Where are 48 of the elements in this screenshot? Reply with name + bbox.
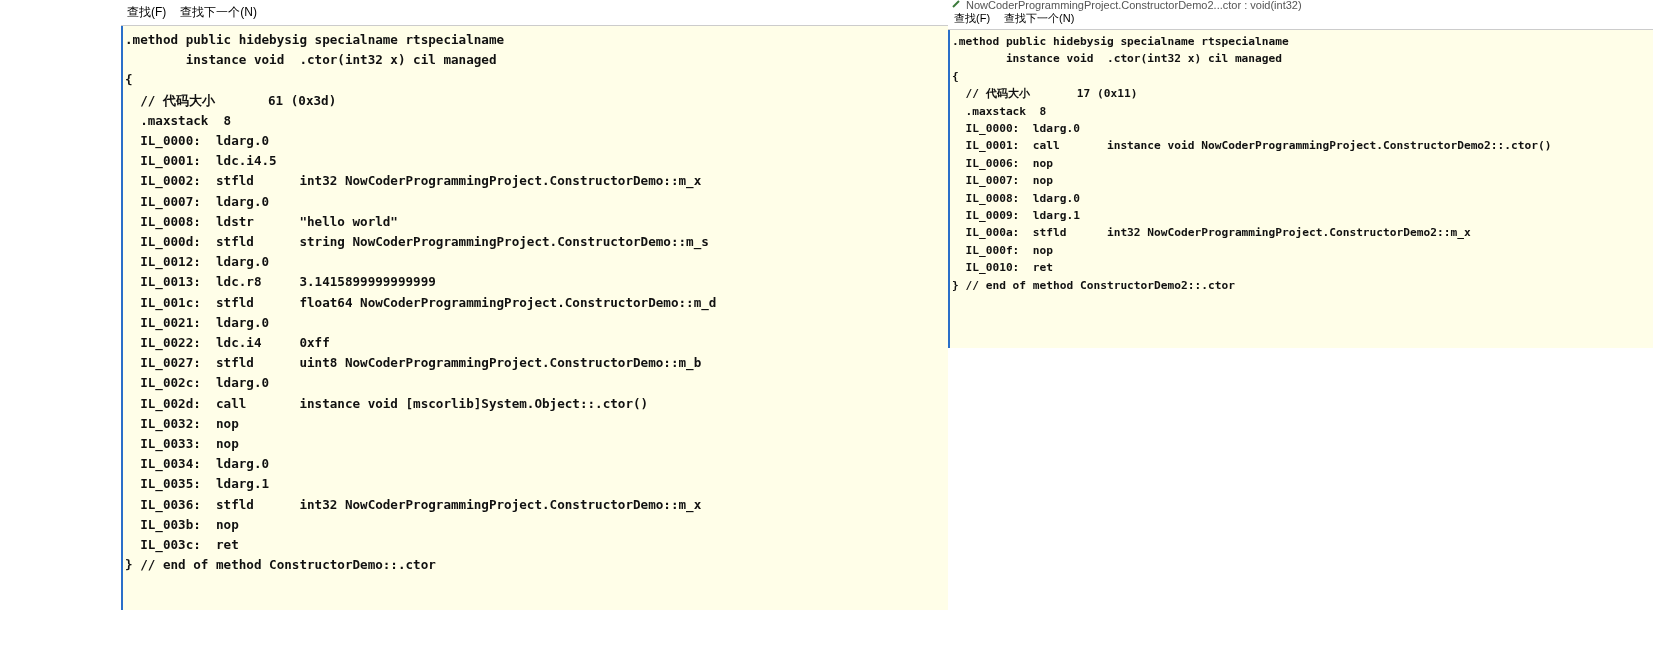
code-line: IL_0034: ldarg.0 <box>139 455 270 474</box>
code-line: IL_0001: ldc.i4.5 <box>139 152 277 171</box>
code-line: IL_0027: stfld uint8 NowCoderProgrammingProject.ConstructorDemo::m_b <box>139 354 702 373</box>
code-line: IL_0033: nop <box>139 435 239 454</box>
code-line: // 代码大小 17 (0x11) <box>964 86 1138 103</box>
code-line: } // end of method ConstructorDemo::.ctor <box>125 556 436 575</box>
code-line: IL_003b: nop <box>139 515 239 535</box>
code-line: IL_0009: ldarg.1 <box>964 208 1080 225</box>
code-line: IL_0013: ldc.r8 3.1415899999999999 <box>139 273 436 292</box>
code-line: IL_0000: ldarg.0 <box>964 121 1080 138</box>
code-line: IL_0032: nop <box>139 414 239 434</box>
window-title: NowCoderProgrammingProject.ConstructorDemo2...ctor : void(int32) <box>966 0 1302 11</box>
code-line: IL_0007: nop <box>964 173 1054 190</box>
menu-item[interactable]: 查找下一个(N) <box>1004 11 1075 26</box>
menu-item[interactable]: 查找(F) <box>127 4 167 21</box>
code-line: instance void .ctor(int32 x) cil managed <box>1004 51 1283 68</box>
code-line: IL_0006: nop <box>964 155 1054 172</box>
code-line: IL_001c: stfld float64 NowCoderProgrammingProject.ConstructorDemo::m_d <box>139 293 717 313</box>
code-line: IL_0022: ldc.i4 0xff <box>139 334 330 353</box>
code-line: IL_0008: ldarg.0 <box>964 190 1080 207</box>
code-line: IL_003c: ret <box>139 536 239 555</box>
code-line: IL_002c: ldarg.0 <box>139 374 270 393</box>
code-line: IL_000d: stfld string NowCoderProgrammingProject.ConstructorDemo::m_s <box>139 233 709 252</box>
code-line: IL_0021: ldarg.0 <box>139 313 270 333</box>
code-line: IL_0012: ldarg.0 <box>139 253 270 272</box>
code-line: IL_0035: ldarg.1 <box>139 475 270 494</box>
code-line: { <box>952 68 959 85</box>
pen-icon <box>952 0 960 8</box>
code-line: IL_000a: stfld int32 NowCoderProgrammingProject.ConstructorDemo2::m_x <box>964 225 1471 242</box>
code-line: .method public hidebysig specialname rtspecialname <box>125 31 505 49</box>
code-line: IL_000f: nop <box>964 242 1054 259</box>
menu-item[interactable]: 查找下一个(N) <box>180 4 257 21</box>
code-line: IL_0008: ldstr "hello world" <box>139 212 398 232</box>
code-line: IL_0036: stfld int32 NowCoderProgrammingProject.ConstructorDemo::m_x <box>139 495 702 515</box>
code-line: { <box>125 71 133 90</box>
code-line: .method public hidebysig specialname rtspecialname <box>952 34 1289 50</box>
code-line: IL_0000: ldarg.0 <box>139 132 270 151</box>
code-line: // 代码大小 61 (0x3d) <box>139 91 337 110</box>
code-line: } // end of method ConstructorDemo2::.ctor <box>952 277 1235 294</box>
code-line: IL_0001: call instance void NowCoderProgrammingProject.ConstructorDemo2::.ctor() <box>964 138 1552 155</box>
code-line: .maxstack 8 <box>964 103 1047 120</box>
code-line: IL_0010: ret <box>964 260 1054 277</box>
menu-item[interactable]: 查找(F) <box>954 11 991 26</box>
code-line: .maxstack 8 <box>139 111 232 130</box>
code-line: instance void .ctor(int32 x) cil managed <box>184 51 497 70</box>
code-line: IL_0002: stfld int32 NowCoderProgrammingProject.ConstructorDemo::m_x <box>139 172 702 191</box>
code-line: IL_0007: ldarg.0 <box>139 192 270 212</box>
code-line: IL_002d: call instance void [mscorlib]System.Object::.ctor() <box>139 394 649 414</box>
